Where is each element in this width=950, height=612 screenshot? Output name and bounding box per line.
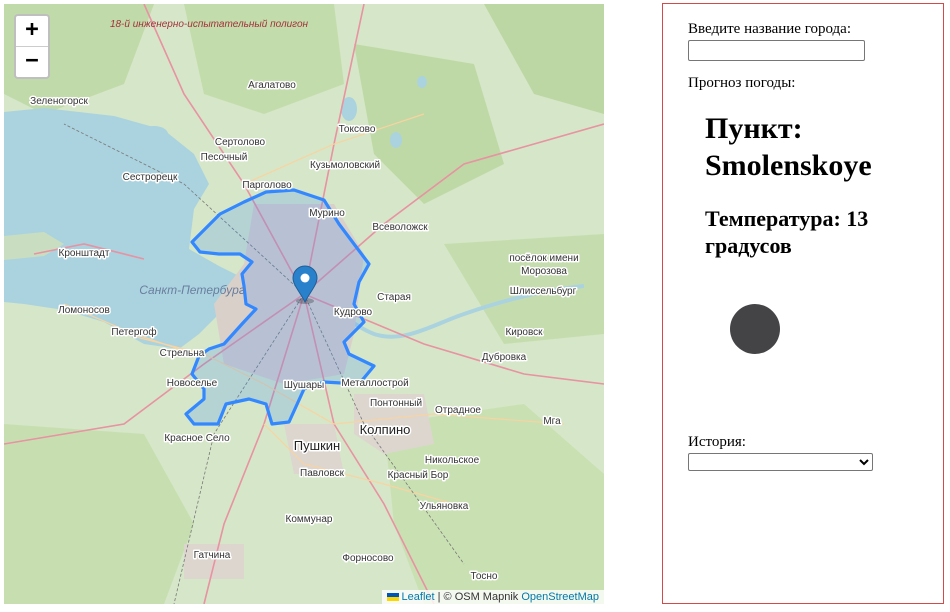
history-select[interactable] — [688, 453, 873, 471]
map-label-sertolovo: Сертолово — [215, 137, 266, 148]
map-label-petergof: Петергоф — [111, 326, 156, 338]
map-label-novoselye: Новоселье — [167, 378, 218, 389]
history-label: История: — [688, 434, 746, 450]
map-label-dubrovka: Дубровка — [482, 351, 527, 363]
map-attribution: Leaflet | © OSM Mapnik OpenStreetMap — [381, 590, 604, 604]
map-label-lomonosov: Ломоносов — [58, 305, 110, 316]
map-label-tosno: Тосно — [471, 571, 498, 582]
zoom-out-button[interactable]: − — [16, 46, 48, 77]
map-label-staraya: Старая — [377, 292, 411, 303]
map-label-pargolovo: Парголово — [242, 180, 292, 191]
zoom-control: + − — [14, 14, 50, 79]
map-label-zelenogorsk: Зеленогорск — [30, 96, 88, 107]
map-label-gatchina: Гатчина — [194, 550, 231, 561]
map-label-kirovsk: Кировск — [505, 327, 543, 338]
map-label-ulyanovka: Ульяновка — [420, 501, 469, 512]
map-label-posyolok: посёлок имени — [509, 253, 578, 264]
map-label-kuzmolovsky: Кузьмоловский — [310, 160, 380, 171]
city-input-label: Введите название города: — [688, 21, 852, 37]
map-label-mga: Мга — [543, 416, 561, 427]
forecast-label: Прогноз погоды: — [688, 75, 796, 91]
map-label-strelna: Стрельна — [160, 348, 205, 359]
map-label-otradnoye: Отрадное — [435, 405, 481, 416]
map-label-vsevolozhsk: Всеволожск — [372, 222, 428, 233]
weather-icon — [730, 304, 780, 354]
map-label-pushkin: Пушкин — [294, 438, 340, 453]
map-label-pesochny: Песочный — [201, 152, 248, 163]
map-label-metallostroy: Металлострой — [341, 378, 408, 389]
zoom-in-button[interactable]: + — [16, 16, 48, 46]
temperature-heading: Температура: 13 градусов — [705, 206, 869, 258]
map[interactable]: 18-й инженерно-испытательный полигон Ага… — [4, 4, 604, 604]
attribution-text: | © OSM Mapnik — [437, 591, 519, 603]
city-input[interactable] — [688, 40, 865, 61]
leaflet-link[interactable]: Leaflet — [402, 591, 435, 603]
map-label-spb: Санкт-Петербург — [139, 283, 245, 297]
map-label-morozova: Морозова — [521, 266, 567, 277]
map-label-polygon: 18-й инженерно-испытательный полигон — [110, 19, 309, 30]
map-label-krasny-bor-1: Красный Бор — [388, 470, 449, 481]
map-label-pavlovsk: Павловск — [300, 468, 345, 479]
ukraine-flag-icon — [386, 593, 399, 601]
map-label-toksovo: Токсово — [339, 124, 376, 135]
place-heading: Пункт: Smolenskoye — [705, 112, 872, 182]
map-label-kudrovo: Кудрово — [334, 307, 373, 318]
map-label-pontonny: Понтонный — [370, 398, 422, 409]
map-label-shlisselburg: Шлиссельбург — [510, 285, 577, 297]
map-label-kommunar: Коммунар — [286, 514, 333, 525]
map-label-krasnoye-selo: Красное Село — [164, 433, 230, 444]
map-label-agalatovo: Агалатово — [248, 80, 296, 91]
map-label-kolpino: Колпино — [360, 422, 411, 437]
map-label-murino: Мурино — [309, 208, 345, 219]
map-label-sestroretsk: Сестрорецк — [123, 172, 178, 183]
map-label-kronshtadt: Кронштадт — [59, 248, 110, 259]
map-tiles: 18-й инженерно-испытательный полигон Ага… — [4, 4, 604, 604]
openstreetmap-link[interactable]: OpenStreetMap — [521, 591, 599, 603]
map-label-shushary: Шушары — [284, 380, 325, 391]
map-label-nikolskoye: Никольское — [425, 455, 480, 466]
map-label-fornosovo: Форносово — [342, 553, 394, 564]
weather-panel: Введите название города: Прогноз погоды:… — [662, 3, 944, 604]
